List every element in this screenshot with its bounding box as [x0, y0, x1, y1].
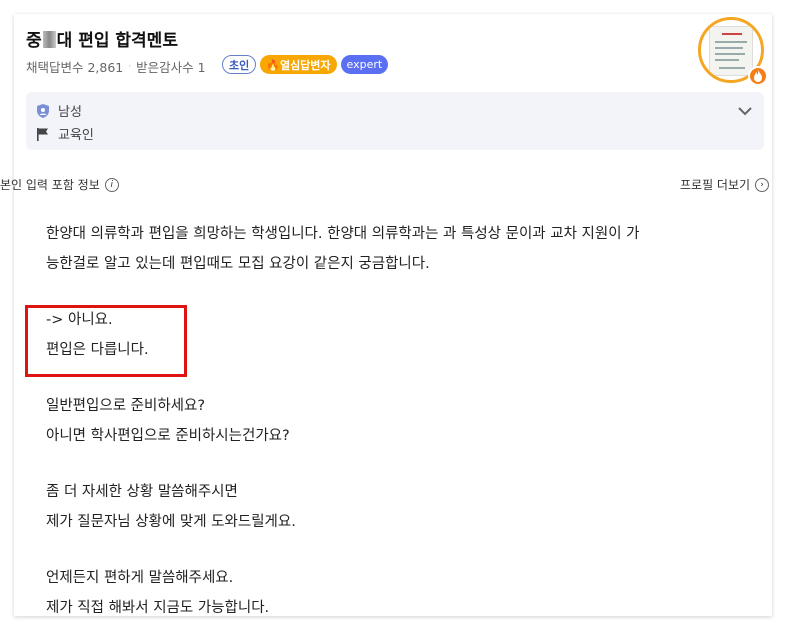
- badge-list: 초인 🔥열심답변자 expert: [222, 55, 389, 74]
- answer-line: 제가 직접 해봐서 지금도 가능합니다.: [46, 600, 270, 616]
- profile-more-label: 프로필 더보기: [680, 178, 751, 192]
- info-icon[interactable]: i: [104, 177, 119, 192]
- answer-line: 한양대 의류학과 편입을 희망하는 학생입니다. 한양대 의류학과는 과 특성상…: [46, 226, 640, 242]
- answer-line: 아니면 학사편입으로 준비하시는건가요?: [46, 428, 290, 444]
- highlight-box: [25, 305, 187, 377]
- profile-more-link[interactable]: 프로필 더보기 ›: [680, 176, 770, 193]
- blurred-character: [42, 31, 56, 48]
- fire-icon: [748, 66, 768, 86]
- profile-summary[interactable]: 남성 교육인: [26, 92, 764, 150]
- rank-badge: 초인: [222, 55, 257, 74]
- answer-line: 제가 질문자님 상황에 맞게 도와드릴게요.: [46, 514, 296, 530]
- stats-separator: ·: [128, 61, 132, 72]
- answerer-name[interactable]: 중 대 편입 합격멘토: [26, 26, 178, 51]
- profile-gender: 남성: [58, 105, 82, 120]
- flag-icon: [36, 127, 50, 141]
- name-prefix: 중: [26, 31, 42, 51]
- self-input-info: 본인 입력 포함 정보 i: [0, 176, 119, 193]
- adopted-count: 채택답변수 2,861: [26, 60, 124, 75]
- expert-badge: expert: [340, 55, 389, 74]
- profile-job-row: 교육인: [36, 124, 94, 143]
- hot-answerer-badge: 🔥열심답변자: [260, 55, 337, 74]
- answerer-stats: 채택답변수 2,861 · 받은감사수 1: [26, 57, 206, 76]
- chevron-down-icon[interactable]: [736, 102, 754, 120]
- answer-line: 언제든지 편하게 말씀해주세요.: [46, 570, 234, 586]
- answer-line: 능한걸로 알고 있는데 편입때도 모집 요강이 같은지 궁금합니다.: [46, 256, 430, 272]
- self-input-label: 본인 입력 포함 정보: [0, 178, 100, 192]
- chevron-right-icon: ›: [755, 177, 770, 192]
- answer-line: 좀 더 자세한 상황 말씀해주시면: [46, 484, 238, 500]
- name-suffix: 대 편입 합격멘토: [56, 31, 178, 51]
- shield-icon: [36, 103, 50, 118]
- answer-line: 일반편입으로 준비하세요?: [46, 398, 206, 414]
- profile-job: 교육인: [58, 128, 94, 143]
- answerer-header: 중 대 편입 합격멘토 채택답변수 2,861 · 받은감사수 1 초인 🔥열심답…: [14, 14, 772, 164]
- thanks-count: 받은감사수 1: [136, 60, 206, 75]
- profile-gender-row: 남성: [36, 101, 82, 120]
- certificate-image: [709, 26, 753, 76]
- info-bar: 본인 입력 포함 정보 i 프로필 더보기 ›: [0, 158, 787, 192]
